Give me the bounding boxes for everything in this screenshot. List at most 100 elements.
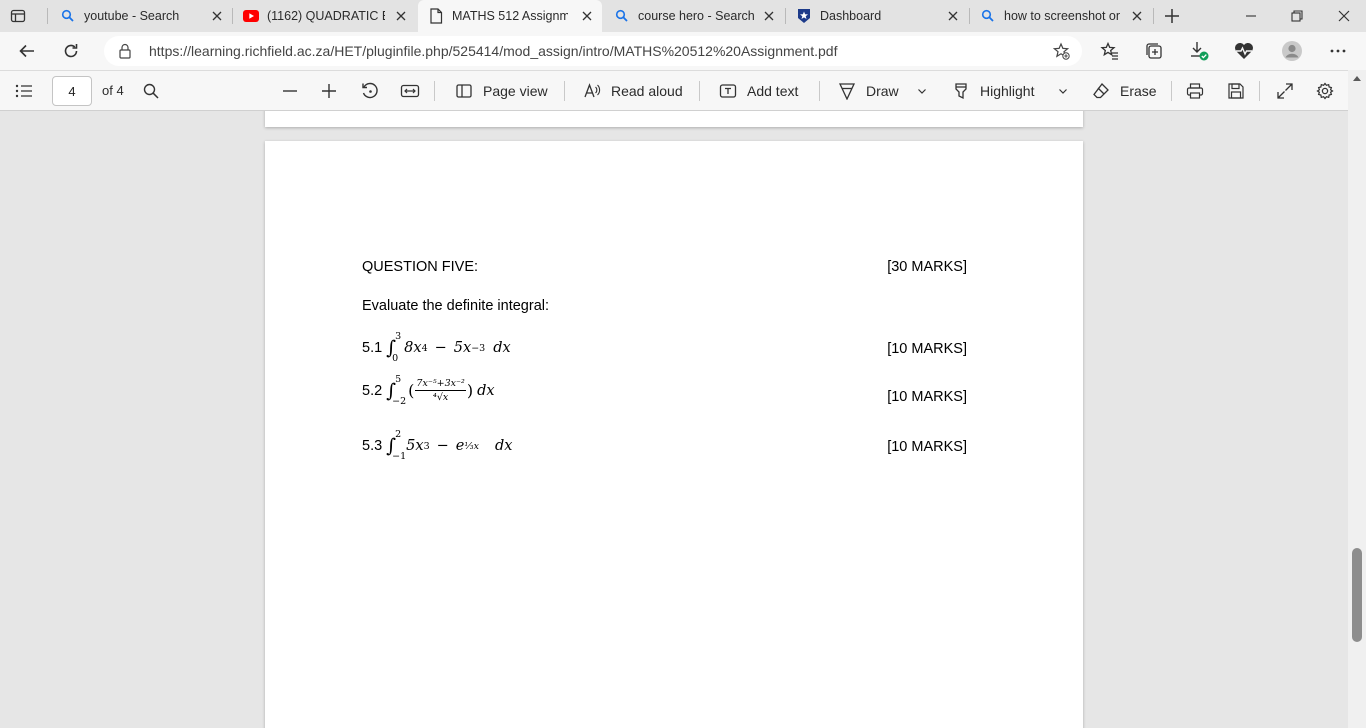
tab-separator	[47, 8, 48, 24]
tab-maths-assignment[interactable]: MATHS 512 Assignme	[418, 0, 602, 32]
page-view-icon	[456, 84, 472, 98]
fraction: 7x⁻⁵+3x⁻² ⁴√x	[415, 378, 466, 403]
erase-button[interactable]: Erase	[1092, 81, 1157, 101]
save-icon[interactable]	[1227, 81, 1245, 101]
term-1-exponent: 4	[421, 342, 428, 354]
close-tab-icon[interactable]	[946, 9, 960, 23]
close-tab-icon[interactable]	[580, 9, 594, 23]
toolbar-divider	[564, 81, 565, 101]
tab-strip: youtube - Search (1162) QUADRATIC EQ MAT…	[0, 0, 1366, 32]
differential: dx	[493, 340, 511, 356]
settings-gear-icon[interactable]	[1316, 81, 1334, 101]
minimize-icon[interactable]	[1243, 8, 1259, 24]
restore-icon[interactable]	[1289, 8, 1305, 24]
read-aloud-button[interactable]: Read aloud	[583, 81, 683, 101]
tab-separator	[1153, 8, 1154, 24]
draw-options-chevron-down-icon[interactable]	[917, 81, 927, 101]
draw-button[interactable]: Draw	[838, 81, 899, 101]
more-options-icon[interactable]	[1327, 40, 1349, 62]
tab-title: youtube - Search	[84, 9, 180, 23]
tab-actions-icon[interactable]	[10, 8, 26, 24]
tab-youtube-search[interactable]: youtube - Search	[50, 0, 232, 32]
new-tab-icon[interactable]	[1162, 6, 1182, 26]
refresh-icon[interactable]	[60, 40, 82, 62]
item-marks: [10 MARKS]	[887, 439, 967, 455]
denominator: ⁴√x	[433, 392, 449, 403]
toolbar-divider	[1171, 81, 1172, 101]
close-tab-icon[interactable]	[1130, 9, 1144, 23]
close-window-icon[interactable]	[1336, 8, 1352, 24]
downloads-icon[interactable]	[1188, 40, 1210, 62]
instruction-text: Evaluate the definite integral:	[362, 298, 550, 314]
navigation-bar: https://learning.richfield.ac.za/HET/plu…	[0, 32, 1366, 70]
tab-title: MATHS 512 Assignme	[452, 9, 568, 23]
add-text-label: Add text	[747, 83, 799, 99]
item-number: 5.3	[362, 438, 383, 454]
page-view-button[interactable]: Page view	[455, 81, 548, 101]
item-marks: [10 MARKS]	[887, 341, 967, 357]
item-marks: [10 MARKS]	[887, 389, 967, 405]
term-2: e	[455, 438, 465, 454]
integral-5-2: 5.2 ∫ 5 −2 ( 7x⁻⁵+3x⁻² ⁴√x ) dx	[362, 374, 495, 407]
item-number: 5.2	[362, 382, 383, 399]
back-arrow-icon[interactable]	[16, 40, 38, 62]
tab-title: how to screenshot on	[1004, 9, 1120, 23]
integral-5-1: 5.1 ∫ 3 0 8x 4 − 5x −3 dx	[362, 331, 511, 364]
highlight-button[interactable]: Highlight	[952, 81, 1034, 101]
scroll-up-arrow-icon[interactable]	[1353, 76, 1361, 81]
close-tab-icon[interactable]	[210, 9, 224, 23]
address-bar[interactable]: https://learning.richfield.ac.za/HET/plu…	[104, 36, 1082, 66]
item-number: 5.1	[362, 340, 383, 356]
term-1-exponent: 3	[423, 440, 430, 452]
highlight-options-chevron-down-icon[interactable]	[1058, 81, 1068, 101]
tab-dashboard[interactable]: Dashboard	[786, 0, 968, 32]
toolbar-divider	[699, 81, 700, 101]
pdf-document-area[interactable]: QUESTION FIVE: [30 MARKS] Evaluate the d…	[0, 111, 1366, 728]
term-1: 8x	[404, 340, 422, 356]
vertical-scrollbar[interactable]	[1348, 70, 1366, 728]
toolbar-divider	[434, 81, 435, 101]
upper-limit: 3	[395, 331, 402, 342]
integral-sign: ∫ 2 −1	[386, 429, 407, 462]
search-icon	[980, 8, 996, 24]
lock-icon[interactable]	[118, 43, 132, 64]
browser-essentials-icon[interactable]	[1233, 40, 1255, 62]
find-search-icon[interactable]	[143, 81, 159, 101]
upper-limit: 5	[395, 373, 402, 385]
document-icon	[428, 8, 444, 24]
close-tab-icon[interactable]	[762, 9, 776, 23]
toolbar-divider	[819, 81, 820, 101]
close-tab-icon[interactable]	[394, 9, 408, 23]
integral-sign: ∫ 3 0	[386, 331, 402, 364]
tab-course-hero-search[interactable]: course hero - Search	[604, 0, 784, 32]
search-icon	[614, 8, 630, 24]
zoom-in-icon[interactable]	[320, 81, 338, 101]
tab-screenshot-search[interactable]: how to screenshot on	[970, 0, 1152, 32]
scrollbar-thumb[interactable]	[1352, 548, 1362, 642]
rotate-icon[interactable]	[360, 81, 380, 101]
operator: −	[434, 340, 447, 356]
lower-limit: −1	[392, 451, 407, 462]
tab-quadratic-video[interactable]: (1162) QUADRATIC EQ	[233, 0, 416, 32]
page-number-input[interactable]: 4	[52, 76, 92, 106]
url-text[interactable]: https://learning.richfield.ac.za/HET/plu…	[149, 43, 837, 59]
term-2-exponent: −3	[471, 342, 486, 354]
question-marks: [30 MARKS]	[887, 259, 967, 275]
star-shield-icon	[796, 8, 812, 24]
lower-limit: −2	[392, 395, 407, 407]
read-aloud-label: Read aloud	[611, 83, 683, 99]
favorites-icon[interactable]	[1099, 40, 1121, 62]
contents-icon[interactable]	[15, 81, 33, 101]
fit-to-width-icon[interactable]	[400, 81, 420, 101]
fullscreen-expand-icon[interactable]	[1276, 81, 1294, 101]
zoom-out-icon[interactable]	[281, 81, 299, 101]
page-view-label: Page view	[483, 83, 548, 99]
profile-avatar-icon[interactable]	[1281, 40, 1303, 62]
tab-title: Dashboard	[820, 9, 882, 23]
print-icon[interactable]	[1186, 81, 1204, 101]
add-favorite-icon[interactable]	[1052, 42, 1070, 65]
erase-label: Erase	[1120, 83, 1157, 99]
term-1: 5x	[406, 438, 424, 454]
collections-icon[interactable]	[1143, 40, 1165, 62]
add-text-button[interactable]: Add text	[719, 81, 798, 101]
